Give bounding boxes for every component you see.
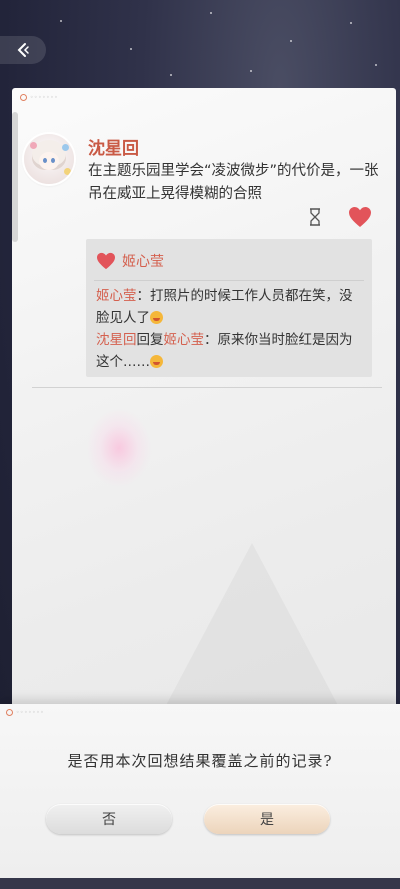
back-arrow-icon <box>17 43 29 57</box>
glow-decoration <box>86 408 152 488</box>
scrollbar[interactable] <box>12 112 18 242</box>
divider <box>32 387 382 388</box>
emoji-icon <box>150 311 163 324</box>
bottom-background <box>0 878 400 889</box>
dialog-question: 是否用本次回想结果覆盖之前的记录? <box>67 752 333 770</box>
yes-button[interactable]: 是 <box>204 804 330 834</box>
like-heart-icon[interactable] <box>348 206 372 228</box>
comment-author[interactable]: 姬心莹 <box>96 288 137 304</box>
comment-list: 姬心莹：打照片的时候工作人员都在笑，没脸见人了 沈星回回复姬心莹：原来你当时脸红… <box>96 285 364 373</box>
avatar[interactable] <box>24 134 74 184</box>
comment-item[interactable]: 沈星回回复姬心莹：原来你当时脸红是因为这个…… <box>96 329 364 373</box>
dialog-logo: ◦◦◦◦◦◦◦ <box>6 709 44 716</box>
back-button[interactable] <box>0 36 46 64</box>
hourglass-icon[interactable] <box>308 208 322 226</box>
no-button[interactable]: 否 <box>46 804 172 834</box>
comment-box: 姬心莹 姬心莹：打照片的时候工作人员都在笑，没脸见人了 沈星回回复姬心莹：原来你… <box>86 239 372 377</box>
post-content: 在主题乐园里学会“凌波微步”的代价是，一张吊在威亚上晃得模糊的合照 <box>88 163 379 202</box>
emoji-icon <box>150 355 163 368</box>
post-author[interactable]: 沈星回 <box>88 134 139 159</box>
reply-target[interactable]: 姬心莹 <box>164 332 205 348</box>
card-logo: ◦◦◦◦◦◦◦ <box>20 94 58 101</box>
heart-icon <box>97 252 115 270</box>
comment-author[interactable]: 沈星回 <box>96 332 137 348</box>
mountain-decoration <box>162 543 342 713</box>
overwrite-dialog: ◦◦◦◦◦◦◦ 是否用本次回想结果覆盖之前的记录? 否 是 <box>0 704 400 878</box>
like-row: 姬心莹 <box>96 251 164 271</box>
comment-item[interactable]: 姬心莹：打照片的时候工作人员都在笑，没脸见人了 <box>96 285 364 329</box>
divider <box>94 280 364 281</box>
reply-word: 回复 <box>136 332 164 348</box>
liker-name[interactable]: 姬心莹 <box>122 251 164 271</box>
